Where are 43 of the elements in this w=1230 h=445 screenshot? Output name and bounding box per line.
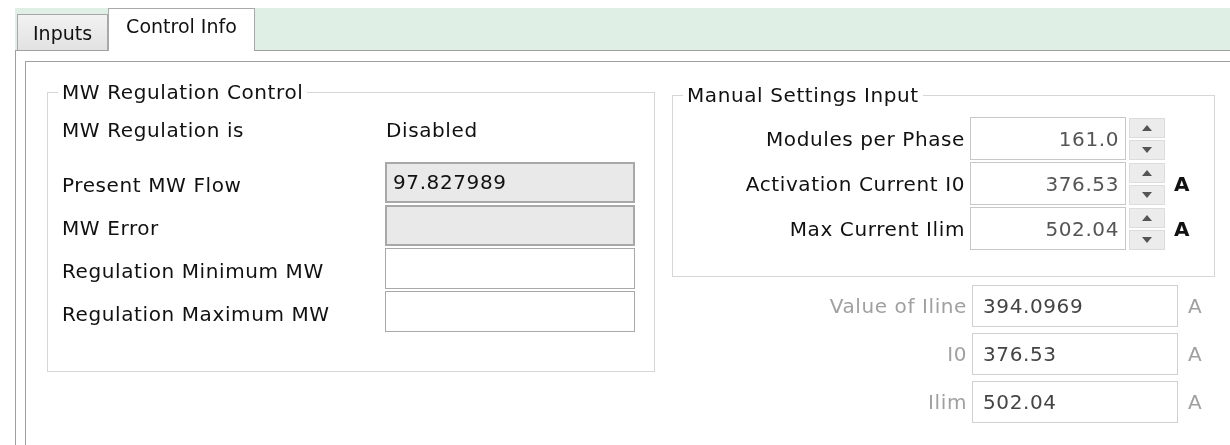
spin-up-button[interactable] xyxy=(1129,162,1165,183)
group-title: MW Regulation Control xyxy=(61,80,305,104)
field-label: Present MW Flow xyxy=(62,173,243,199)
input-field[interactable] xyxy=(385,205,635,246)
field-label: Max Current Ilim xyxy=(788,216,966,241)
field-label: Activation Current I0 xyxy=(744,171,966,196)
unit-label: A xyxy=(1187,390,1204,414)
input-field[interactable] xyxy=(385,248,635,289)
value-field: 376.53 xyxy=(972,333,1178,375)
caret-down-icon xyxy=(1142,236,1152,243)
spin-field[interactable]: 502.04 xyxy=(970,207,1126,250)
caret-up-icon xyxy=(1142,214,1152,221)
input-field[interactable]: 97.827989 xyxy=(385,162,635,203)
group-title: Manual Settings Input xyxy=(686,83,920,107)
field-label: MW Error xyxy=(62,216,160,242)
input-field[interactable] xyxy=(385,291,635,332)
spin-field[interactable]: 161.0 xyxy=(970,117,1126,160)
tab[interactable]: Control Info xyxy=(108,8,255,51)
field-label: I0 xyxy=(946,342,968,366)
caret-down-icon xyxy=(1142,191,1152,198)
value-field: 394.0969 xyxy=(972,285,1178,327)
spin-up-button[interactable] xyxy=(1129,117,1165,138)
status-value: Disabled xyxy=(386,118,478,144)
caret-up-icon xyxy=(1142,169,1152,176)
spin-down-button[interactable] xyxy=(1129,229,1165,250)
field-label: Modules per Phase xyxy=(765,126,966,151)
spin-field[interactable]: 376.53 xyxy=(970,162,1126,205)
field-label: Regulation Minimum MW xyxy=(62,259,325,285)
value-field: 502.04 xyxy=(972,381,1178,423)
unit-label: A xyxy=(1173,171,1192,196)
field-label: Ilim xyxy=(927,390,968,414)
unit-label: A xyxy=(1173,216,1192,241)
field-label: Regulation Maximum MW xyxy=(62,302,331,328)
spin-down-button[interactable] xyxy=(1129,139,1165,160)
field-label: Value of Iline xyxy=(828,294,968,318)
caret-up-icon xyxy=(1142,124,1152,131)
unit-label: A xyxy=(1187,294,1204,318)
spin-up-button[interactable] xyxy=(1129,207,1165,228)
spin-down-button[interactable] xyxy=(1129,184,1165,205)
status-label: MW Regulation is xyxy=(62,118,246,144)
tab[interactable]: Inputs xyxy=(17,14,109,50)
caret-down-icon xyxy=(1142,146,1152,153)
unit-label: A xyxy=(1187,342,1204,366)
